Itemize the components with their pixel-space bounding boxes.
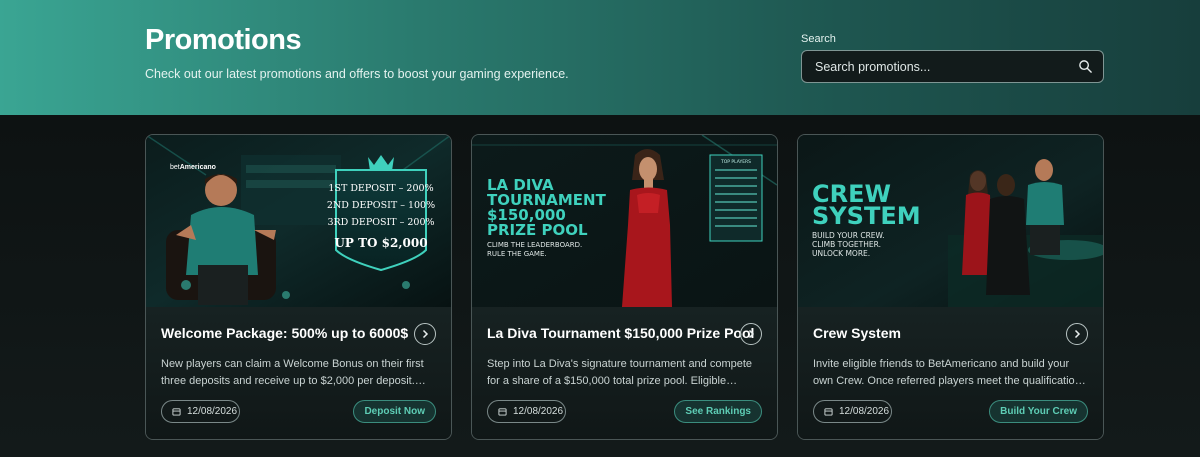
la-diva-tagline-1: CLIMB THE LEADERBOARD. <box>487 241 582 249</box>
leaderboard-title: TOP PLAYERS <box>720 159 751 165</box>
date-badge: 12/08/2026 <box>161 400 240 423</box>
promo-card-welcome[interactable]: betAmericano 1ST DEPOSIT – 200% 2ND DEPO… <box>145 134 452 440</box>
crew-tagline-3: UNLOCK MORE. <box>812 249 870 258</box>
promo-image-welcome: betAmericano 1ST DEPOSIT – 200% 2ND DEPO… <box>146 135 451 307</box>
search-box[interactable] <box>801 50 1104 83</box>
crew-headline-2: SYSTEM <box>812 202 921 230</box>
page-subtitle: Check out our latest promotions and offe… <box>145 67 569 81</box>
promo-description: New players can claim a Welcome Bonus on… <box>161 358 424 387</box>
chevron-right-icon <box>748 329 755 339</box>
promo-image-crew: CREW SYSTEM BUILD YOUR CREW. CLIMB TOGET… <box>798 135 1103 307</box>
search-label: Search <box>801 33 836 45</box>
date-badge: 12/08/2026 <box>487 400 566 423</box>
promo-image-la-diva: TOP PLAYERS LA DIVA TOURNAMENT $150,000 … <box>472 135 777 307</box>
promo-card-la-diva[interactable]: TOP PLAYERS LA DIVA TOURNAMENT $150,000 … <box>471 134 778 440</box>
promo-title: Welcome Package: 500% up to 6000$ <box>161 325 409 341</box>
chevron-right-icon <box>1074 329 1081 339</box>
hero-banner: Promotions Check out our latest promotio… <box>0 0 1200 115</box>
crew-tagline-1: BUILD YOUR CREW. <box>812 231 884 240</box>
see-rankings-button[interactable]: See Rankings <box>674 400 762 423</box>
deposit-total: UP TO $2,000 <box>334 236 427 250</box>
promo-card-body: Crew System Invite eligible friends to B… <box>798 307 1103 439</box>
calendar-icon <box>172 408 181 416</box>
page-title: Promotions <box>145 24 302 56</box>
promo-description: Step into La Diva's signature tournament… <box>487 358 753 387</box>
date-text: 12/08/2026 <box>513 406 564 417</box>
promo-card-body: Welcome Package: 500% up to 6000$ New pl… <box>146 307 451 439</box>
crew-tagline-2: CLIMB TOGETHER. <box>812 240 881 249</box>
promo-card-crew[interactable]: CREW SYSTEM BUILD YOUR CREW. CLIMB TOGET… <box>797 134 1104 440</box>
deposit-line-3: 3RD DEPOSIT – 200% <box>327 217 434 228</box>
deposit-now-button[interactable]: Deposit Now <box>353 400 436 423</box>
build-your-crew-button[interactable]: Build Your Crew <box>989 400 1088 423</box>
search-input[interactable] <box>802 51 1067 82</box>
chevron-right-icon <box>422 329 429 339</box>
promo-title: La Diva Tournament $150,000 Prize Pool <box>487 325 755 341</box>
open-promo-button[interactable] <box>740 323 762 345</box>
la-diva-headline-4: PRIZE POOL <box>487 221 588 239</box>
open-promo-button[interactable] <box>1066 323 1088 345</box>
deposit-line-1: 1ST DEPOSIT – 200% <box>328 183 433 194</box>
search-icon[interactable] <box>1078 59 1093 74</box>
date-badge: 12/08/2026 <box>813 400 892 423</box>
promo-description: Invite eligible friends to BetAmericano … <box>813 358 1081 387</box>
date-text: 12/08/2026 <box>187 406 238 417</box>
la-diva-tagline-2: RULE THE GAME. <box>487 250 547 258</box>
open-promo-button[interactable] <box>414 323 436 345</box>
promo-title: Crew System <box>813 325 901 341</box>
calendar-icon <box>824 408 833 416</box>
date-text: 12/08/2026 <box>839 406 890 417</box>
calendar-icon <box>498 408 507 416</box>
deposit-line-2: 2ND DEPOSIT – 100% <box>327 200 435 211</box>
promo-card-body: La Diva Tournament $150,000 Prize Pool S… <box>472 307 777 439</box>
brand-logo-text: betAmericano <box>170 164 216 171</box>
